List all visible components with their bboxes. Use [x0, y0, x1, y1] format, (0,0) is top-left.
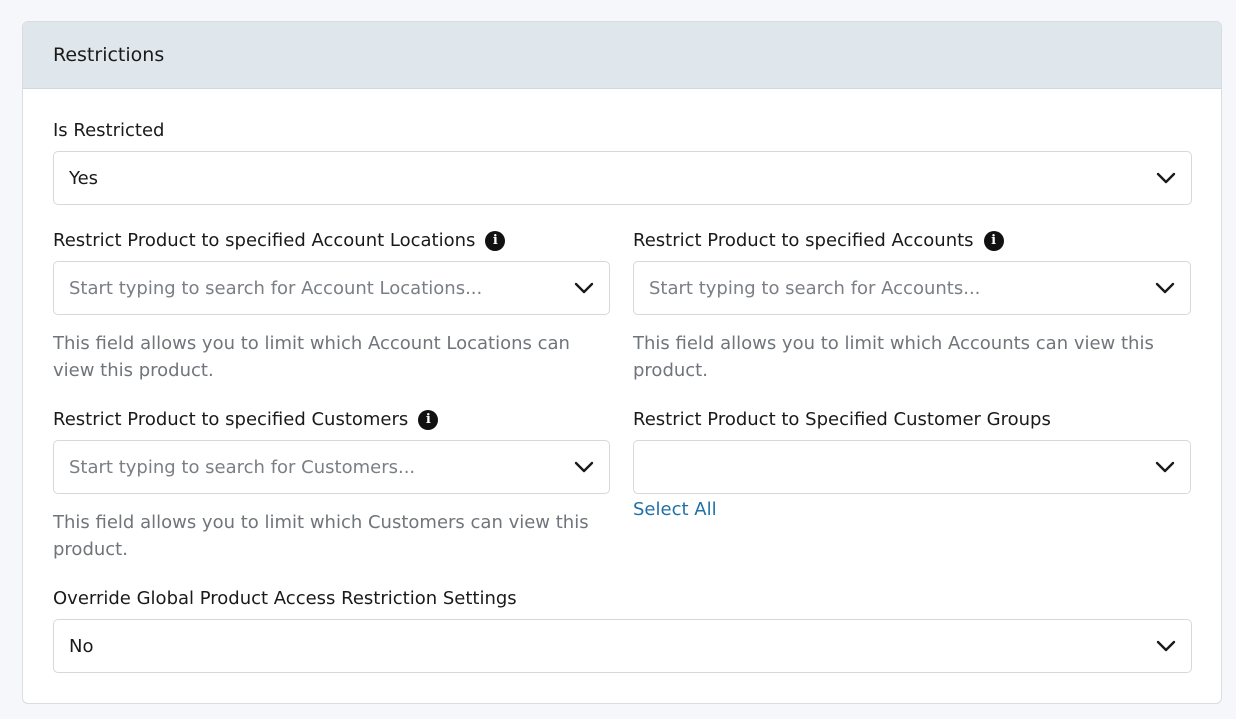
accounts-help: This field allows you to limit which Acc… — [633, 333, 1154, 381]
override-global-label-text: Override Global Product Access Restricti… — [53, 588, 517, 609]
chevron-down-icon — [1155, 282, 1175, 294]
customers-help: This field allows you to limit which Cus… — [53, 512, 589, 560]
is-restricted-label-text: Is Restricted — [53, 120, 165, 141]
info-icon[interactable]: i — [485, 230, 506, 251]
restrictions-card: Restrictions Is Restricted Yes Restrict … — [22, 21, 1222, 704]
override-global-select[interactable]: No — [53, 619, 1192, 673]
customer-groups-select[interactable] — [633, 440, 1191, 494]
info-icon[interactable]: i — [983, 230, 1004, 251]
accounts-select[interactable]: Start typing to search for Accounts... — [633, 261, 1191, 315]
card-header: Restrictions — [23, 22, 1221, 89]
accounts-label: Restrict Product to specified Accounts i — [633, 230, 1004, 251]
is-restricted-select[interactable]: Yes — [53, 151, 1192, 205]
override-global-label: Override Global Product Access Restricti… — [53, 588, 517, 609]
customer-groups-label-text: Restrict Product to Specified Customer G… — [633, 409, 1051, 430]
accounts-placeholder: Start typing to search for Accounts... — [649, 277, 981, 299]
chevron-down-icon — [1155, 461, 1175, 473]
chevron-down-icon — [1156, 640, 1176, 652]
account-locations-label-text: Restrict Product to specified Account Lo… — [53, 230, 476, 251]
select-all-link[interactable]: Select All — [633, 499, 717, 520]
card-title: Restrictions — [53, 44, 165, 66]
account-locations-placeholder: Start typing to search for Account Locat… — [69, 277, 483, 299]
customers-label-text: Restrict Product to specified Customers — [53, 409, 409, 430]
accounts-label-text: Restrict Product to specified Accounts — [633, 230, 974, 251]
is-restricted-label: Is Restricted — [53, 120, 164, 141]
customers-placeholder: Start typing to search for Customers... — [69, 456, 416, 478]
customer-groups-label: Restrict Product to Specified Customer G… — [633, 409, 1051, 430]
account-locations-select[interactable]: Start typing to search for Account Locat… — [53, 261, 610, 315]
customers-select[interactable]: Start typing to search for Customers... — [53, 440, 610, 494]
chevron-down-icon — [574, 282, 594, 294]
account-locations-label: Restrict Product to specified Account Lo… — [53, 230, 506, 251]
info-icon[interactable]: i — [418, 409, 439, 430]
chevron-down-icon — [574, 461, 594, 473]
chevron-down-icon — [1156, 172, 1176, 184]
account-locations-help: This field allows you to limit which Acc… — [53, 333, 570, 381]
override-global-value: No — [69, 635, 94, 657]
customers-label: Restrict Product to specified Customers … — [53, 409, 439, 430]
is-restricted-value: Yes — [69, 167, 99, 189]
